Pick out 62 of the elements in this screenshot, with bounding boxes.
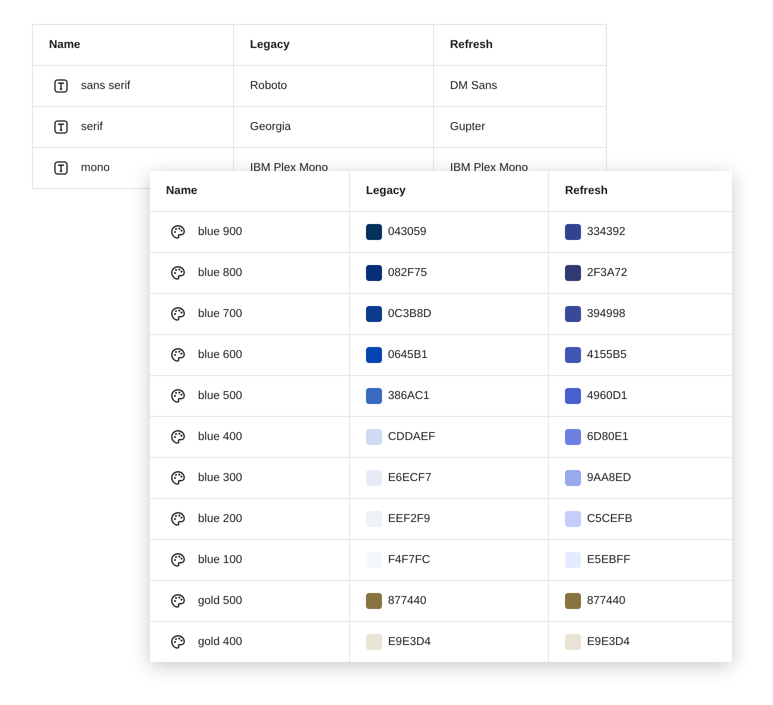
hex-value: 877440 [388, 595, 426, 607]
table-cell: IBM Plex Mono [250, 162, 328, 174]
color-name: blue 800 [198, 267, 242, 279]
color-name: blue 200 [198, 513, 242, 525]
hex-value: 6D80E1 [587, 431, 629, 443]
palette-icon [170, 552, 186, 568]
palette-icon [170, 429, 186, 445]
hex-value: 334392 [587, 226, 626, 238]
color-name: blue 400 [198, 431, 242, 443]
table-cell: IBM Plex Mono [450, 162, 528, 174]
hex-value: 0645B1 [388, 349, 428, 361]
palette-icon [170, 306, 186, 322]
text-type-icon [53, 78, 69, 94]
table-cell: Gupter [450, 121, 486, 133]
hex-value: 9AA8ED [587, 472, 632, 484]
color-name: blue 900 [198, 226, 242, 238]
column-header: Name [49, 39, 80, 51]
color-name: blue 500 [198, 390, 242, 402]
hex-value: E9E3D4 [388, 636, 431, 648]
hex-value: 0C3B8D [388, 308, 432, 320]
palette-icon [170, 224, 186, 240]
hex-value: 2F3A72 [587, 267, 628, 279]
color-name: gold 400 [198, 636, 242, 648]
hex-value: E5EBFF [587, 554, 630, 566]
hex-value: 043059 [388, 226, 426, 238]
hex-value: C5CEFB [587, 513, 632, 525]
color-name: blue 700 [198, 308, 242, 320]
column-header: Legacy [250, 39, 290, 51]
hex-value: F4F7FC [388, 554, 430, 566]
color-name: blue 300 [198, 472, 242, 484]
hex-value: 4960D1 [587, 390, 628, 402]
color-name: blue 600 [198, 349, 242, 361]
hex-value: 877440 [587, 595, 626, 607]
palette-icon [170, 388, 186, 404]
color-name: gold 500 [198, 595, 242, 607]
column-header: Refresh [450, 39, 493, 51]
hex-value: 386AC1 [388, 390, 430, 402]
table-cell: Georgia [250, 121, 291, 133]
hex-value: EEF2F9 [388, 513, 430, 525]
hex-value: 082F75 [388, 267, 428, 279]
table-cell: Roboto [250, 80, 288, 92]
column-header: Name [166, 185, 198, 197]
palette-icon [170, 347, 186, 363]
font-name: mono [81, 162, 110, 174]
hex-value: E6ECF7 [388, 472, 432, 484]
hex-value: 394998 [587, 308, 626, 320]
palette-icon [170, 634, 186, 650]
hex-value: E9E3D4 [587, 636, 630, 648]
font-name: serif [81, 121, 103, 133]
font-name: sans serif [81, 80, 130, 92]
column-header: Refresh [565, 185, 608, 197]
hex-value: CDDAEF [388, 431, 436, 443]
palette-icon [170, 593, 186, 609]
table-cell: DM Sans [450, 80, 498, 92]
palette-icon [170, 511, 186, 527]
hex-value: 4155B5 [587, 349, 627, 361]
text-type-icon [53, 119, 69, 135]
color-name: blue 100 [198, 554, 242, 566]
palette-icon [170, 470, 186, 486]
palette-icon [170, 265, 186, 281]
text-type-icon [53, 160, 69, 176]
column-header: Legacy [366, 185, 406, 197]
